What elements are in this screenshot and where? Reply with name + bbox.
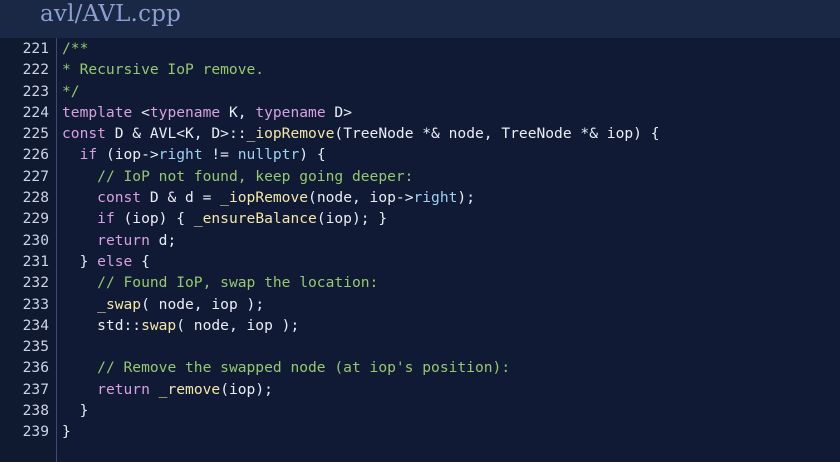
- code-member: right: [158, 146, 203, 164]
- code-text-line: std::swap( node, iop );: [62, 315, 299, 336]
- code-text: D & AVL<K, D>::: [105, 125, 247, 143]
- code-text-line: if (iop->right != nullptr) {: [62, 144, 326, 165]
- line-number: 228: [22, 189, 49, 207]
- code-text-line: return _remove(iop);: [62, 379, 273, 400]
- line-number: 221: [22, 40, 49, 57]
- code-text: (iop);: [220, 380, 273, 398]
- code-text-line: }: [62, 421, 71, 442]
- line-number: 233: [22, 295, 49, 313]
- code-text: }: [62, 252, 98, 270]
- code-text: (iop); }: [316, 210, 388, 228]
- code-member: right: [413, 189, 458, 207]
- code-text-line: * Recursive IoP remove.: [62, 59, 264, 80]
- code-keyword: template: [62, 103, 133, 121]
- code-keyword: typename: [149, 103, 221, 121]
- code-member: nullptr: [237, 146, 300, 164]
- line-number: 235: [22, 338, 49, 356]
- code-comment: * Recursive IoP remove.: [62, 61, 265, 79]
- line-number: 234: [22, 316, 49, 334]
- code-comment: */: [62, 82, 80, 100]
- code-function: _swap: [97, 295, 142, 313]
- code-text: (iop) {: [114, 210, 194, 228]
- code-keyword: return: [97, 231, 150, 249]
- code-keyword: return: [97, 380, 150, 398]
- code-text: (TreeNode *& node, TreeNode *& iop) {: [334, 125, 660, 143]
- code-text-line: _swap( node, iop );: [62, 294, 264, 315]
- code-function: _iopRemove: [220, 189, 309, 207]
- line-number: 222: [22, 61, 49, 79]
- code-function: _iopRemove: [246, 125, 335, 143]
- code-text-line: return d;: [62, 230, 176, 251]
- line-number: 227: [22, 167, 49, 185]
- code-function: _remove: [158, 380, 221, 398]
- code-text-line: */: [62, 81, 80, 102]
- code-text: }: [62, 423, 71, 441]
- code-text-line: // Found IoP, swap the location:: [62, 272, 378, 293]
- code-text: D>: [325, 103, 352, 121]
- line-number: 232: [22, 274, 49, 292]
- code-text: ( node, iop );: [141, 295, 265, 313]
- line-number: 237: [22, 380, 49, 398]
- code-text-line: } else {: [62, 251, 150, 272]
- code-keyword: const: [97, 189, 142, 207]
- code-text-line: }: [62, 400, 89, 421]
- file-title: avl/AVL.cpp: [40, 1, 181, 27]
- code-text: {: [132, 252, 150, 270]
- code-comment: // Remove the swapped node (at iop's pos…: [97, 359, 511, 377]
- code-comment: // Found IoP, swap the location:: [97, 274, 379, 292]
- line-number: 239: [22, 423, 49, 441]
- code-text-line: // Remove the swapped node (at iop's pos…: [62, 357, 510, 378]
- code-text-line: template <typename K, typename D>: [62, 102, 352, 123]
- code-text-line: if (iop) { _ensureBalance(iop); }: [62, 208, 387, 229]
- code-function: swap: [141, 316, 177, 334]
- code-text: (iop->: [97, 146, 159, 164]
- line-number: 236: [22, 359, 49, 377]
- code-text: ) {: [299, 146, 326, 164]
- line-number: 230: [22, 231, 49, 249]
- code-text-line: const D & AVL<K, D>::_iopRemove(TreeNode…: [62, 123, 660, 144]
- code-text: (node, iop->: [308, 189, 414, 207]
- line-number: 238: [22, 402, 49, 420]
- code-function: _ensureBalance: [193, 210, 317, 228]
- code-text-line: const D & d = _iopRemove(node, iop->righ…: [62, 187, 475, 208]
- line-number: 225: [22, 125, 49, 143]
- line-number: 226: [22, 146, 49, 164]
- title-bar: avl/AVL.cpp: [0, 0, 840, 38]
- code-text: D & d =: [141, 189, 221, 207]
- line-number: 223: [22, 82, 49, 100]
- code-text: }: [62, 402, 89, 420]
- line-number: 231: [22, 252, 49, 270]
- code-keyword: const: [62, 125, 106, 143]
- code-editor[interactable]: 221 /** 222 * Recursive IoP remove. 223 */ 224…: [0, 38, 840, 462]
- code-text: K,: [220, 103, 256, 121]
- code-comment: // IoP not found, keep going deeper:: [97, 167, 414, 185]
- line-number: 224: [22, 103, 49, 121]
- line-number: 229: [22, 210, 49, 228]
- code-text: d;: [149, 231, 177, 249]
- code-text: <: [132, 103, 150, 121]
- code-text: std::: [62, 316, 142, 334]
- code-keyword: else: [97, 252, 133, 270]
- code-text-line: // IoP not found, keep going deeper:: [62, 166, 413, 187]
- code-text: ( node, iop );: [176, 316, 300, 334]
- code-text-line: /**: [62, 38, 88, 59]
- code-keyword: if: [97, 210, 115, 228]
- code-keyword: typename: [255, 103, 326, 121]
- code-keyword: if: [79, 146, 98, 164]
- code-text: !=: [202, 146, 238, 164]
- code-comment: /**: [62, 40, 89, 57]
- code-text: );: [457, 189, 475, 207]
